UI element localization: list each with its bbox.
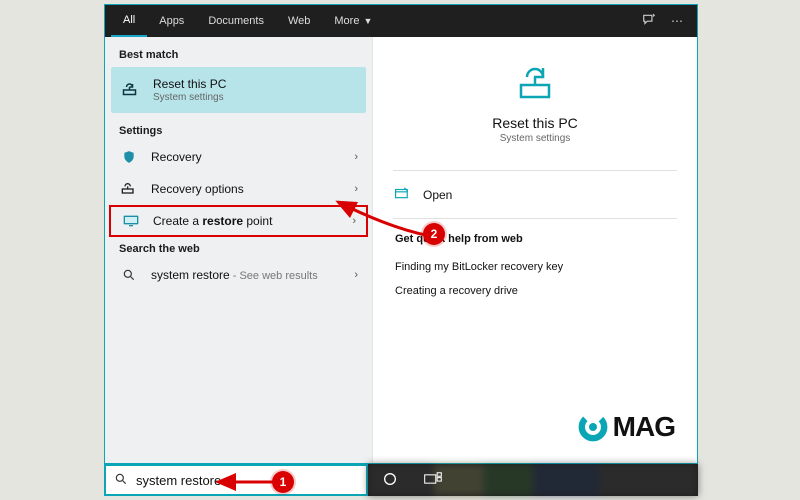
quick-help-heading: Get quick help from web xyxy=(373,233,697,249)
quick-link-recovery-drive[interactable]: Creating a recovery drive xyxy=(373,279,697,303)
watermark-logo: MAG xyxy=(577,411,675,443)
result-create-restore-point[interactable]: Create a restore point › xyxy=(109,205,368,237)
tab-bar: All Apps Documents Web More ▼ ⋯ xyxy=(105,5,697,37)
task-view-icon[interactable] xyxy=(424,472,442,489)
search-icon xyxy=(119,267,139,283)
result-web-search[interactable]: system restore - See web results › xyxy=(105,259,372,291)
annotation-badge-2: 2 xyxy=(423,223,445,245)
logo-text: MAG xyxy=(613,411,675,443)
preview-hero: Reset this PC System settings xyxy=(373,37,697,164)
chevron-right-icon: › xyxy=(354,269,358,281)
feedback-icon[interactable] xyxy=(635,13,663,30)
results-panel: Best match Reset this PC System settings… xyxy=(105,37,373,463)
open-icon xyxy=(395,187,413,202)
taskbar-search[interactable] xyxy=(104,464,368,496)
tab-all[interactable]: All xyxy=(111,5,147,37)
taskbar xyxy=(104,464,698,496)
divider xyxy=(393,170,677,171)
web-search-text: system restore - See web results xyxy=(151,268,354,282)
more-options-icon[interactable]: ⋯ xyxy=(663,14,691,28)
reset-pc-icon xyxy=(121,82,141,98)
reset-pc-large-icon xyxy=(515,63,555,103)
chevron-right-icon: › xyxy=(354,151,358,163)
result-recovery-options[interactable]: Recovery options › xyxy=(105,173,372,205)
shield-refresh-icon xyxy=(119,149,139,165)
start-search-popup: All Apps Documents Web More ▼ ⋯ Best mat… xyxy=(104,4,698,464)
tab-more[interactable]: More ▼ xyxy=(322,5,384,37)
best-match-label: Best match xyxy=(105,43,372,65)
tab-documents[interactable]: Documents xyxy=(196,5,276,37)
annotation-badge-1: 1 xyxy=(272,471,294,493)
tab-more-label: More xyxy=(334,15,359,27)
best-match-text: Reset this PC System settings xyxy=(153,77,356,103)
tab-apps[interactable]: Apps xyxy=(147,5,196,37)
chevron-right-icon: › xyxy=(352,215,356,227)
divider xyxy=(393,218,677,219)
chevron-right-icon: › xyxy=(354,183,358,195)
logo-c-icon xyxy=(577,411,609,443)
search-web-label: Search the web xyxy=(105,237,372,259)
open-action[interactable]: Open xyxy=(373,177,697,212)
chevron-down-icon: ▼ xyxy=(363,16,372,26)
monitor-icon xyxy=(121,213,141,229)
quick-link-bitlocker[interactable]: Finding my BitLocker recovery key xyxy=(373,255,697,279)
settings-label: Settings xyxy=(105,119,372,141)
result-recovery[interactable]: Recovery › xyxy=(105,141,372,173)
preview-subtitle: System settings xyxy=(383,133,687,144)
open-label: Open xyxy=(423,188,452,202)
reset-icon xyxy=(119,181,139,197)
tab-web[interactable]: Web xyxy=(276,5,322,37)
restore-point-label: Create a restore point xyxy=(153,214,352,228)
search-input[interactable] xyxy=(136,473,358,488)
cortana-icon[interactable] xyxy=(382,471,398,490)
taskbar-buttons xyxy=(368,464,698,496)
search-icon xyxy=(114,472,128,489)
preview-panel: Reset this PC System settings Open Get q… xyxy=(373,37,697,463)
best-match-item[interactable]: Reset this PC System settings xyxy=(111,67,366,113)
preview-title: Reset this PC xyxy=(383,115,687,131)
